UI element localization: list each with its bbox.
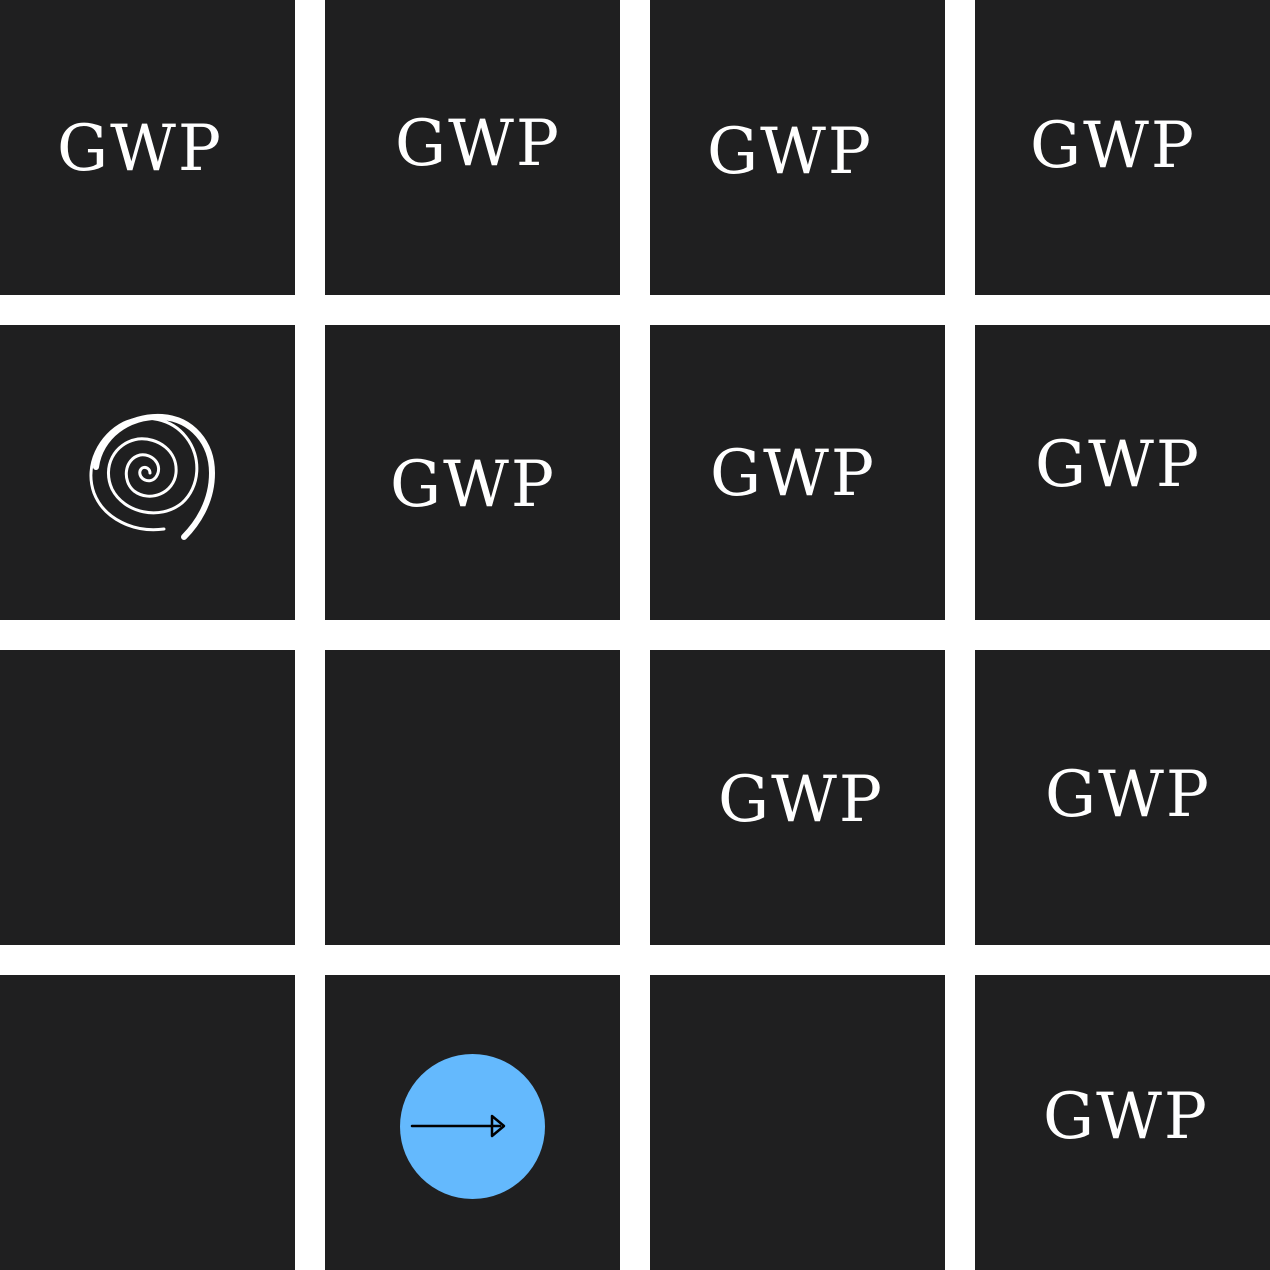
- gwp-logo-text: GWP: [707, 115, 873, 189]
- tile-grid: GWP GWP GWP GWP GWP GWP GWP GWP GWP GWP: [0, 0, 1270, 1270]
- tile-r2-c2[interactable]: GWP: [325, 325, 620, 620]
- tile-r2-c4[interactable]: GWP: [975, 325, 1270, 620]
- gwp-logo-text: GWP: [1035, 428, 1201, 502]
- tile-r3-c1[interactable]: [0, 650, 295, 945]
- gwp-logo-text: GWP: [395, 107, 561, 181]
- tile-r2-c3[interactable]: GWP: [650, 325, 945, 620]
- tile-r2-c1[interactable]: [0, 325, 295, 620]
- gwp-logo-text: GWP: [57, 112, 223, 186]
- tile-r1-c4[interactable]: GWP: [975, 0, 1270, 295]
- tile-r3-c2[interactable]: [325, 650, 620, 945]
- tile-r4-c4[interactable]: GWP: [975, 975, 1270, 1270]
- arrow-right-icon: [410, 1114, 506, 1138]
- gwp-logo-text: GWP: [390, 448, 556, 522]
- tile-r1-c1[interactable]: GWP: [0, 0, 295, 295]
- gwp-logo-text: GWP: [1030, 109, 1196, 183]
- gwp-logo-text: GWP: [710, 437, 876, 511]
- gwp-logo-text: GWP: [1043, 1080, 1209, 1154]
- tile-r4-c3[interactable]: [650, 975, 945, 1270]
- tile-r1-c3[interactable]: GWP: [650, 0, 945, 295]
- spiral-icon: [89, 413, 216, 540]
- gwp-logo-text: GWP: [718, 763, 884, 837]
- tile-r3-c4[interactable]: GWP: [975, 650, 1270, 945]
- tile-r4-c2[interactable]: [325, 975, 620, 1270]
- gwp-logo-text: GWP: [1045, 758, 1211, 832]
- tile-r3-c3[interactable]: GWP: [650, 650, 945, 945]
- next-arrow-button[interactable]: [400, 1054, 545, 1199]
- tile-r4-c1[interactable]: [0, 975, 295, 1270]
- tile-r1-c2[interactable]: GWP: [325, 0, 620, 295]
